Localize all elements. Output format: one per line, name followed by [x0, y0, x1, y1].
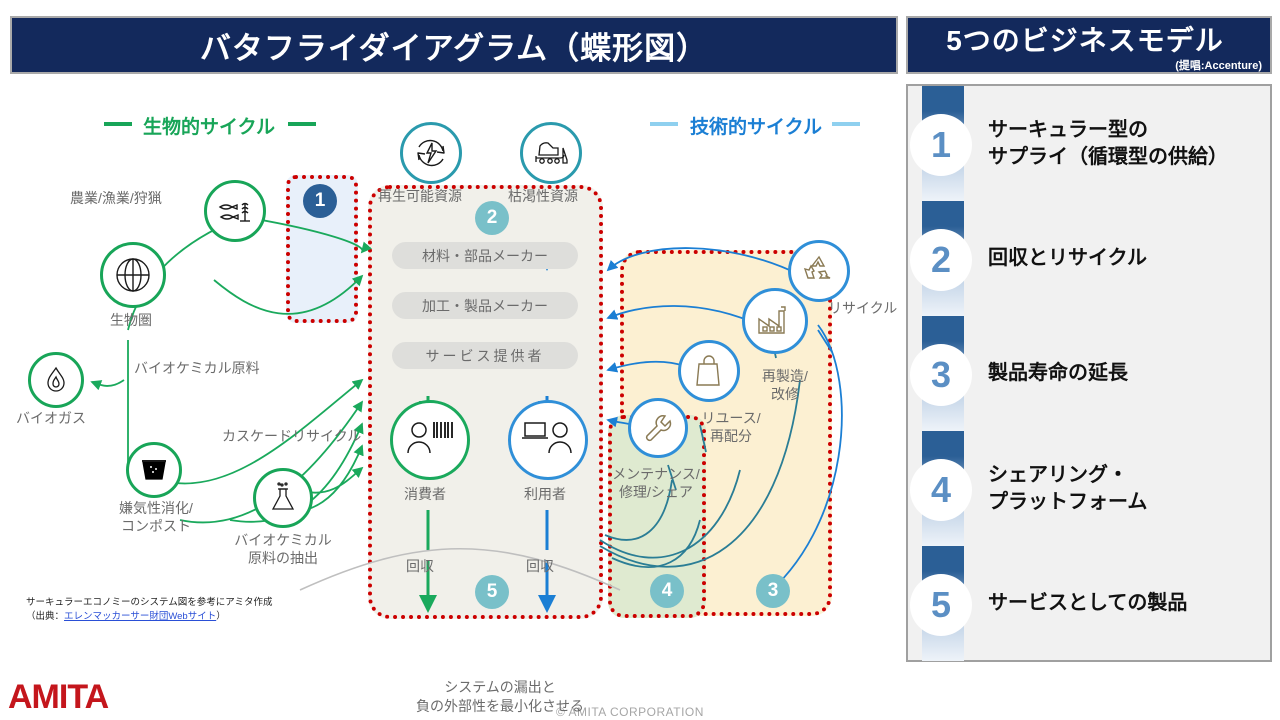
anaerobic-digestion-label: 嫌気性消化/ コンポスト	[108, 500, 204, 535]
consumer-icon	[390, 400, 470, 480]
model-label-2: 回収とリサイクル	[988, 201, 1264, 316]
model-item-5[interactable]: 5 サービスとしての製品	[908, 546, 1274, 661]
model-number-5: 5	[910, 574, 972, 636]
source-note-prefix: （出典：	[26, 611, 65, 623]
model-label-1-line1: サーキュラー型の	[988, 118, 1148, 141]
biochemical-feedstock-label: バイオケミカル原料	[134, 360, 260, 376]
collection-right-label: 回収	[526, 558, 554, 574]
model-label-1-line2: サプライ（循環型の供給）	[988, 145, 1228, 168]
badge-2: 2	[475, 201, 509, 235]
model-label-1: サーキュラー型の サプライ（循環型の供給）	[988, 86, 1264, 201]
wrench-icon	[628, 398, 688, 458]
badge-3: 3	[756, 574, 790, 608]
consumer-label: 消費者	[404, 486, 446, 502]
maintenance-line2: 修理/シェア	[619, 483, 693, 500]
reuse-line1: リユース/	[701, 410, 761, 426]
model-number-1: 1	[910, 114, 972, 176]
bio-cycle-dash-left	[104, 122, 132, 126]
model-label-3: 製品寿命の延長	[988, 316, 1264, 431]
models-panel-subtitle: (提唱:Accenture)	[1175, 60, 1262, 72]
source-note-link[interactable]: エレンマッカーサー財団Webサイト	[64, 611, 216, 622]
model-label-3-line1: 製品寿命の延長	[988, 362, 1128, 384]
slide-root: バタフライダイアグラム（蝶形図） 5つのビジネスモデル (提唱:Accentur…	[0, 0, 1280, 720]
finite-resource-label: 枯渇性資源	[508, 188, 578, 204]
main-title-bar: バタフライダイアグラム（蝶形図）	[10, 16, 898, 74]
badge-4: 4	[650, 574, 684, 608]
models-panel-title: 5つのビジネスモデル	[946, 25, 1224, 56]
source-note-line1: サーキュラーエコノミーのシステム図を参考にアミタ作成	[26, 597, 273, 608]
source-note-suffix: ）	[216, 611, 226, 623]
model-item-4[interactable]: 4 シェアリング・ プラットフォーム	[908, 431, 1274, 546]
tech-cycle-dash-left	[650, 122, 678, 126]
reuse-label: リユース/ 再配分	[690, 410, 772, 445]
maintenance-label: メンテナンス/ 修理/シェア	[604, 466, 708, 501]
model-label-4: シェアリング・ プラットフォーム	[988, 431, 1264, 546]
pill-maker-materials: 材料・部品メーカー	[392, 242, 578, 269]
bio-cycle-title: 生物的サイクル	[143, 117, 276, 138]
recycle-icon	[788, 240, 850, 302]
funnel-text: システムの漏出と 負の外部性を最小化させる	[390, 678, 610, 716]
maintenance-line1: メンテナンス/	[612, 466, 700, 482]
extraction-line1: バイオケミカル	[234, 532, 332, 548]
pill-maker-products: 加工・製品メーカー	[392, 292, 578, 319]
model-label-4-line1: シェアリング・	[988, 463, 1128, 486]
model-number-3: 3	[910, 344, 972, 406]
model-label-5: サービスとしての製品	[988, 546, 1264, 661]
model-number-2: 2	[910, 229, 972, 291]
badge-5: 5	[475, 575, 509, 609]
reuse-line2: 再配分	[710, 427, 752, 444]
anaerobic-line1: 嫌気性消化/	[119, 500, 193, 516]
renewable-resource-label: 再生可能資源	[378, 188, 462, 204]
biochemical-extraction-label: バイオケミカル 原料の抽出	[228, 532, 338, 567]
agriculture-label: 農業/漁業/狩猟	[70, 190, 162, 206]
cascade-recycle-label: カスケードリサイクル	[222, 428, 362, 444]
business-models-panel: 1 サーキュラー型の サプライ（循環型の供給） 2 回収とリサイクル 3 製品寿…	[906, 84, 1272, 662]
biochemical-flask-icon	[253, 468, 313, 528]
source-note: サーキュラーエコノミーのシステム図を参考にアミタ作成 （出典：エレンマッカーサー…	[26, 596, 273, 625]
butterfly-diagram: 生物的サイクル 技術的サイクル 1 2 3 4 5 農業/漁業/狩猟 生物圏 バ…	[0, 80, 906, 714]
tech-cycle-title: 技術的サイクル	[690, 117, 823, 138]
extraction-line2: 原料の抽出	[248, 549, 318, 566]
anaerobic-line2: コンポスト	[121, 517, 191, 534]
bio-cycle-dash-right	[288, 122, 316, 126]
remanufacture-label: 再製造/ 改修	[750, 368, 820, 403]
biosphere-label: 生物圏	[110, 312, 152, 328]
factory-icon	[742, 288, 808, 354]
collection-left-label: 回収	[406, 558, 434, 574]
recycle-label: リサイクル	[828, 300, 898, 316]
funnel-line2: 負の外部性を最小化させる	[416, 697, 584, 714]
bulldozer-icon	[520, 122, 582, 184]
user-icon	[508, 400, 588, 480]
source-note-line2: （出典：エレンマッカーサー財団Webサイト）	[26, 610, 273, 624]
amita-logo: AMITA	[8, 678, 109, 716]
model-item-1[interactable]: 1 サーキュラー型の サプライ（循環型の供給）	[908, 86, 1274, 201]
compost-bin-icon	[126, 442, 182, 498]
biogas-flame-icon	[28, 352, 84, 408]
model-label-4-line2: プラットフォーム	[988, 490, 1148, 513]
model-label-2-line1: 回収とリサイクル	[988, 247, 1147, 269]
model-label-5-line1: サービスとしての製品	[988, 592, 1188, 614]
user-label: 利用者	[524, 486, 566, 502]
badge-1: 1	[303, 184, 337, 218]
pill-service-provider: サービス提供者	[392, 342, 578, 369]
models-panel-title-bar: 5つのビジネスモデル (提唱:Accenture)	[906, 16, 1272, 74]
model-item-3[interactable]: 3 製品寿命の延長	[908, 316, 1274, 431]
model-number-4: 4	[910, 459, 972, 521]
funnel-line1: システムの漏出と	[444, 679, 556, 695]
page-title: バタフライダイアグラム（蝶形図）	[199, 30, 709, 66]
shopping-bag-icon	[678, 340, 740, 402]
remanufacture-line2: 改修	[771, 385, 799, 402]
biogas-label: バイオガス	[16, 410, 86, 426]
remanufacture-line1: 再製造/	[762, 368, 808, 384]
renewable-energy-icon	[400, 122, 462, 184]
model-item-2[interactable]: 2 回収とリサイクル	[908, 201, 1274, 316]
biosphere-icon	[100, 242, 166, 308]
tech-cycle-dash-right	[832, 122, 860, 126]
agriculture-icon	[204, 180, 266, 242]
